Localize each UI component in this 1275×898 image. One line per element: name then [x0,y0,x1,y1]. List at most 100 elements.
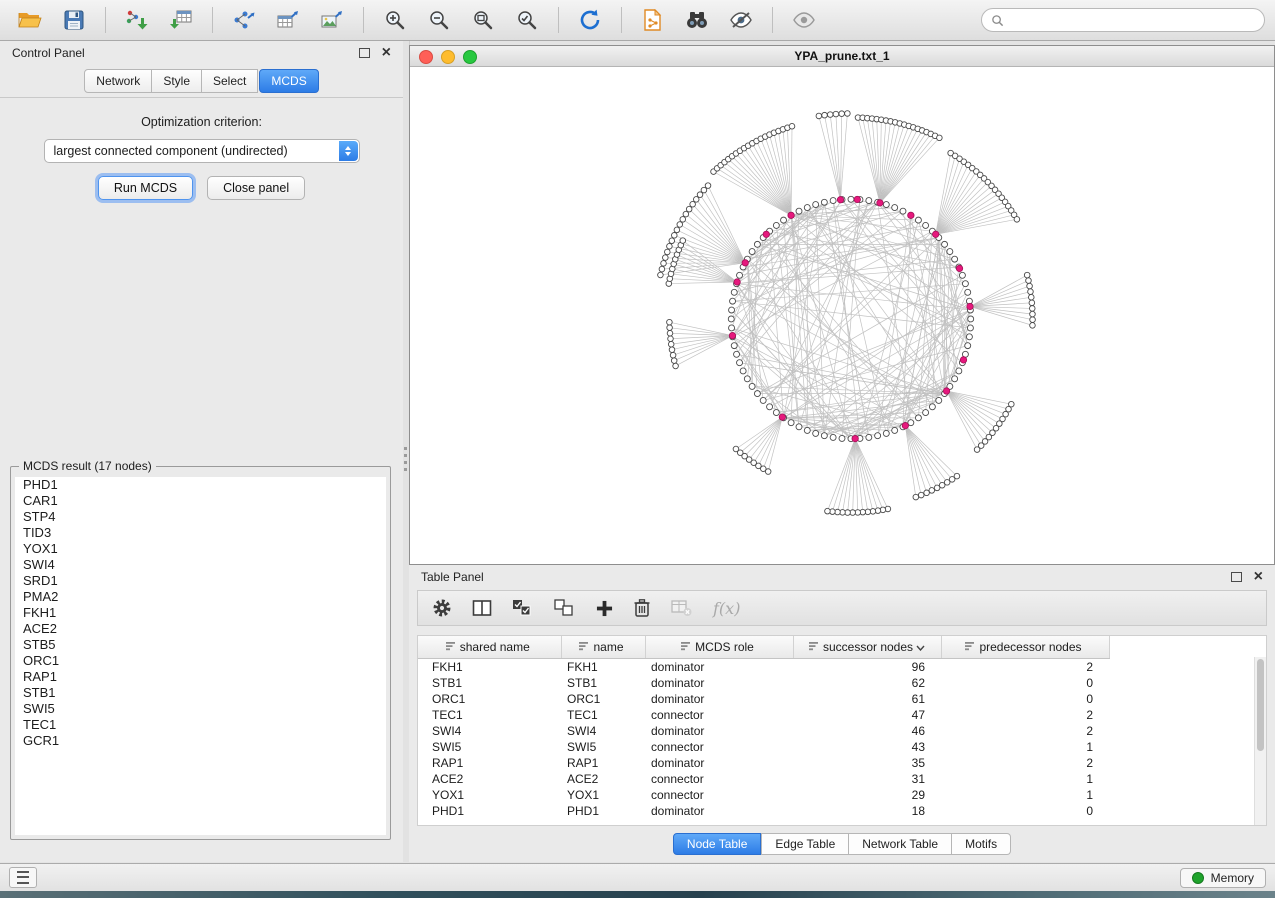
cell-shared[interactable]: YOX1 [418,787,561,803]
tab-mcds[interactable]: MCDS [259,69,318,93]
cell-name[interactable]: RAP1 [561,755,645,771]
cell-predecessors[interactable]: 2 [941,755,1109,771]
cell-predecessors[interactable]: 1 [941,739,1109,755]
network-window-titlebar[interactable]: YPA_prune.txt_1 [410,46,1274,67]
cell-role[interactable]: dominator [645,675,793,691]
cell-predecessors[interactable]: 2 [941,659,1109,676]
mcds-result-item[interactable]: SRD1 [15,573,386,589]
cell-name[interactable]: YOX1 [561,787,645,803]
mcds-result-item[interactable]: SWI5 [15,701,386,717]
cell-filler[interactable] [1109,787,1266,803]
cell-role[interactable]: connector [645,739,793,755]
memory-button[interactable]: Memory [1180,868,1266,888]
cell-role[interactable]: connector [645,787,793,803]
float-window-icon[interactable] [359,48,370,58]
cell-filler[interactable] [1109,675,1266,691]
table-scrollbar[interactable] [1254,657,1266,825]
window-zoom-button[interactable] [463,50,477,64]
import-network-button[interactable] [117,4,157,36]
cell-role[interactable]: dominator [645,723,793,739]
mcds-result-list[interactable]: PHD1CAR1STP4TID3YOX1SWI4SRD1PMA2FKH1ACE2… [15,477,386,835]
select-all-button[interactable] [512,599,534,617]
cell-name[interactable]: ORC1 [561,691,645,707]
mcds-result-item[interactable]: PHD1 [15,477,386,493]
refresh-view-button[interactable] [570,4,610,36]
cell-filler[interactable] [1109,659,1266,676]
cell-shared[interactable]: RAP1 [418,755,561,771]
cell-predecessors[interactable]: 0 [941,803,1109,819]
mcds-result-item[interactable]: CAR1 [15,493,386,509]
deselect-all-button[interactable] [554,599,576,617]
search-box[interactable] [981,8,1265,32]
run-mcds-button[interactable]: Run MCDS [98,176,193,200]
tab-network-table[interactable]: Network Table [849,833,952,855]
cell-filler[interactable] [1109,771,1266,787]
open-file-button[interactable] [10,4,50,36]
mcds-result-item[interactable]: STB5 [15,637,386,653]
column-header-successor-nodes[interactable]: successor nodes [793,636,941,659]
table-row[interactable]: STB1STB1dominator620 [418,675,1266,691]
cell-role[interactable]: dominator [645,803,793,819]
delete-columns-button[interactable] [633,598,651,618]
column-header-shared-name[interactable]: shared name [418,636,561,659]
cell-shared[interactable]: SWI4 [418,723,561,739]
mcds-result-item[interactable]: FKH1 [15,605,386,621]
show-columns-button[interactable] [472,599,492,617]
tab-style[interactable]: Style [152,69,202,93]
cell-filler[interactable] [1109,739,1266,755]
tab-motifs[interactable]: Motifs [952,833,1011,855]
table-row[interactable]: RAP1RAP1dominator352 [418,755,1266,771]
search-input[interactable] [1010,12,1255,28]
cell-role[interactable]: connector [645,707,793,723]
table-row[interactable]: TEC1TEC1connector472 [418,707,1266,723]
cell-shared[interactable]: FKH1 [418,659,561,676]
table-row[interactable]: ORC1ORC1dominator610 [418,691,1266,707]
cell-name[interactable]: SWI5 [561,739,645,755]
cell-name[interactable]: ACE2 [561,771,645,787]
tab-network[interactable]: Network [84,69,152,93]
cell-successors[interactable]: 96 [793,659,941,676]
cell-predecessors[interactable]: 1 [941,787,1109,803]
mcds-result-item[interactable]: STB1 [15,685,386,701]
tab-node-table[interactable]: Node Table [673,833,762,855]
mcds-result-item[interactable]: TEC1 [15,717,386,733]
search-network-button[interactable] [677,4,717,36]
table-row[interactable]: SWI4SWI4dominator462 [418,723,1266,739]
birds-eye-view-button[interactable] [784,4,824,36]
close-icon[interactable]: × [1254,571,1263,583]
cell-role[interactable]: dominator [645,755,793,771]
save-session-button[interactable] [54,4,94,36]
cell-filler[interactable] [1109,691,1266,707]
scrollbar-thumb[interactable] [1257,659,1264,751]
cell-shared[interactable]: TEC1 [418,707,561,723]
mcds-result-item[interactable]: YOX1 [15,541,386,557]
cell-filler[interactable] [1109,755,1266,771]
criterion-dropdown[interactable]: largest connected component (undirected) [44,139,360,163]
mcds-result-item[interactable]: PMA2 [15,589,386,605]
cell-predecessors[interactable]: 0 [941,691,1109,707]
cell-successors[interactable]: 46 [793,723,941,739]
tab-select[interactable]: Select [202,69,258,93]
window-close-button[interactable] [419,50,433,64]
table-row[interactable]: YOX1YOX1connector291 [418,787,1266,803]
column-header-mcds-role[interactable]: MCDS role [645,636,793,659]
cell-name[interactable]: FKH1 [561,659,645,676]
table-row[interactable]: SWI5SWI5connector431 [418,739,1266,755]
mcds-result-item[interactable]: TID3 [15,525,386,541]
table-mode-button[interactable] [432,598,452,618]
close-icon[interactable]: × [382,47,391,59]
cell-filler[interactable] [1109,723,1266,739]
mcds-result-item[interactable]: SWI4 [15,557,386,573]
cell-successors[interactable]: 29 [793,787,941,803]
table-row[interactable]: ACE2ACE2connector311 [418,771,1266,787]
float-window-icon[interactable] [1231,572,1242,582]
import-table-button[interactable] [161,4,201,36]
cell-predecessors[interactable]: 0 [941,675,1109,691]
tab-edge-table[interactable]: Edge Table [761,833,849,855]
zoom-out-button[interactable] [419,4,459,36]
cell-name[interactable]: STB1 [561,675,645,691]
cell-filler[interactable] [1109,803,1266,819]
status-menu-button[interactable] [9,867,37,888]
cell-predecessors[interactable]: 2 [941,723,1109,739]
table-row[interactable]: FKH1FKH1dominator962 [418,659,1266,676]
